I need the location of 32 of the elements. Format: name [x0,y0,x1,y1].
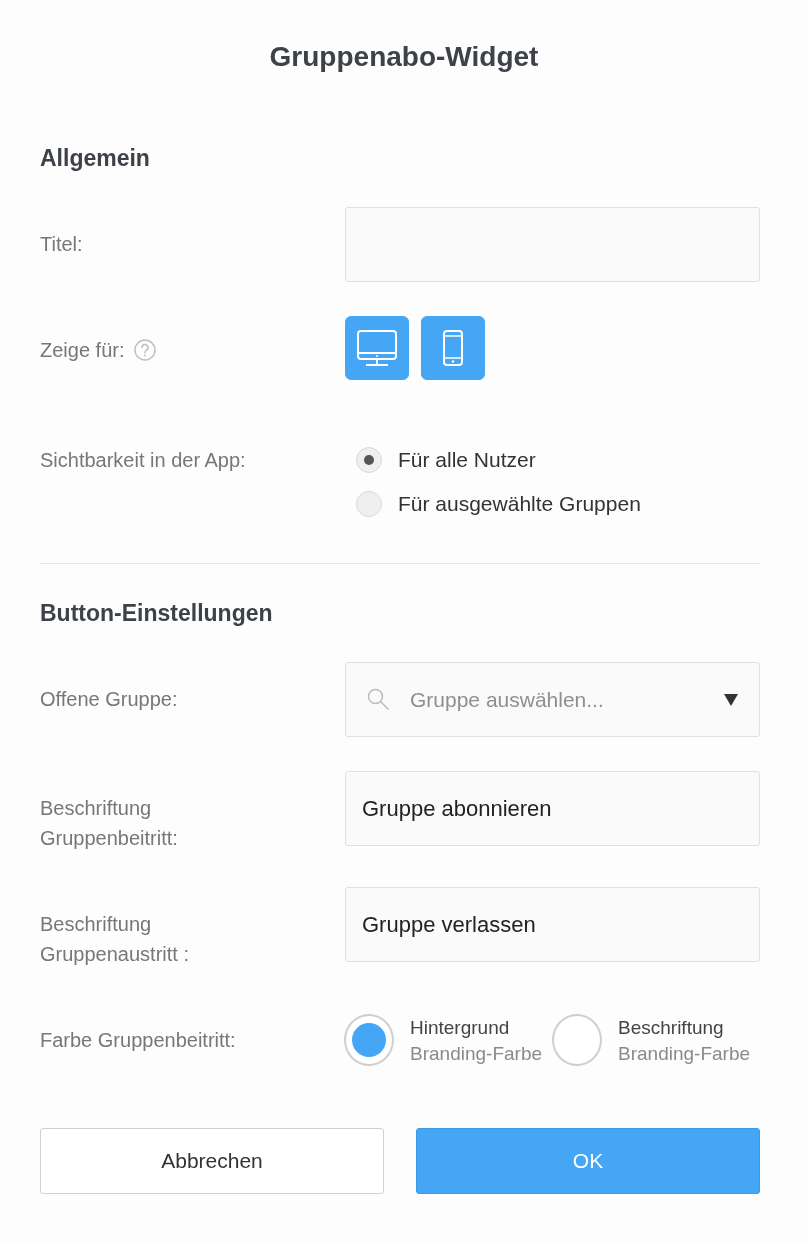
radio-label[interactable]: Für ausgewählte Gruppen [398,489,641,519]
group-select[interactable]: Gruppe auswählen... [345,662,760,737]
field-label: Offene Gruppe: [40,687,178,712]
field-label: Beschriftung Gruppenaustritt : [40,912,190,967]
field-label: Zeige für: [40,338,125,363]
color-radio[interactable] [552,1014,602,1066]
option-title: Hintergrund [410,1016,511,1040]
section-heading: Allgemein [40,144,151,173]
monitor-icon [357,330,397,366]
field-label: Farbe Gruppenbeitritt: [40,1028,236,1053]
radio-button[interactable] [356,491,382,517]
text-field[interactable] [345,207,760,282]
field-label: Sichtbarkeit in der App: [40,448,246,473]
mobile-toggle[interactable] [421,316,485,380]
text-field[interactable]: Gruppe abonnieren [345,771,760,846]
radio-button[interactable] [356,447,382,473]
cancel-button[interactable]: Abbrechen [40,1128,384,1194]
phone-icon [443,330,463,366]
search-icon [367,688,389,710]
section-heading: Button-Einstellungen [40,599,274,628]
field-label: Beschriftung Gruppenbeitritt: [40,796,179,851]
option-subtitle: Branding-Farbe [618,1042,751,1066]
option-title: Beschriftung [618,1016,725,1040]
radio-label[interactable]: Für alle Nutzer [398,445,536,475]
help-icon[interactable] [134,339,157,361]
option-subtitle: Branding-Farbe [410,1042,543,1066]
caret-icon[interactable] [724,694,738,706]
color-radio[interactable] [344,1014,394,1066]
field-label: Titel: [40,232,83,257]
desktop-toggle[interactable] [345,316,409,380]
text-field[interactable]: Gruppe verlassen [345,887,760,962]
dialog-title: Gruppenabo-Widget [268,40,540,74]
